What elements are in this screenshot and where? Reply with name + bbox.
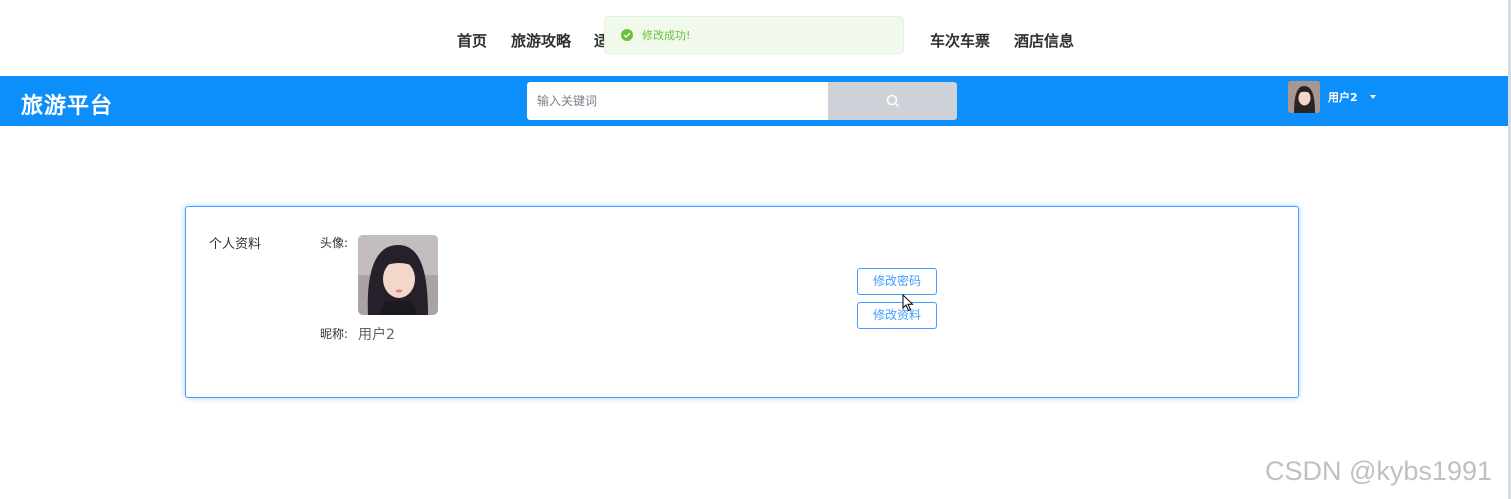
nav-item-home[interactable]: 首页 bbox=[457, 31, 487, 51]
nav-item-hotel-info[interactable]: 酒店信息 bbox=[1014, 31, 1074, 51]
nickname-value: 用户2 bbox=[358, 327, 395, 343]
avatar-icon bbox=[1288, 81, 1320, 113]
toast-message: 修改成功! bbox=[642, 29, 691, 42]
search-input[interactable] bbox=[527, 82, 828, 120]
site-logo[interactable]: 旅游平台 bbox=[21, 88, 113, 120]
success-toast: 修改成功! bbox=[604, 16, 904, 54]
nickname-label: 昵称: bbox=[320, 327, 349, 341]
search-button[interactable] bbox=[828, 82, 957, 120]
user-menu[interactable]: 用户2 bbox=[1288, 81, 1376, 113]
check-circle-icon bbox=[621, 29, 633, 41]
change-password-button[interactable]: 修改密码 bbox=[857, 268, 937, 295]
nav-item-travel-guides[interactable]: 旅游攻略 bbox=[511, 31, 571, 51]
caret-down-icon[interactable] bbox=[1369, 95, 1376, 99]
watermark-text: CSDN @kybs1991 bbox=[1265, 456, 1492, 486]
avatar-label: 头像: bbox=[320, 236, 349, 250]
search-icon bbox=[886, 94, 899, 108]
user-name: 用户2 bbox=[1328, 91, 1358, 104]
section-title: 个人资料 bbox=[209, 237, 262, 252]
profile-avatar[interactable] bbox=[358, 235, 438, 315]
mouse-cursor-icon bbox=[902, 294, 914, 312]
nav-item-train-tickets[interactable]: 车次车票 bbox=[930, 31, 990, 51]
edit-profile-button[interactable]: 修改资料 bbox=[857, 302, 937, 329]
main-header: 旅游平台 用户2 bbox=[0, 76, 1511, 126]
profile-card: 个人资料 头像: 昵称: 用户2 修改密码 修改资料 bbox=[185, 206, 1299, 398]
